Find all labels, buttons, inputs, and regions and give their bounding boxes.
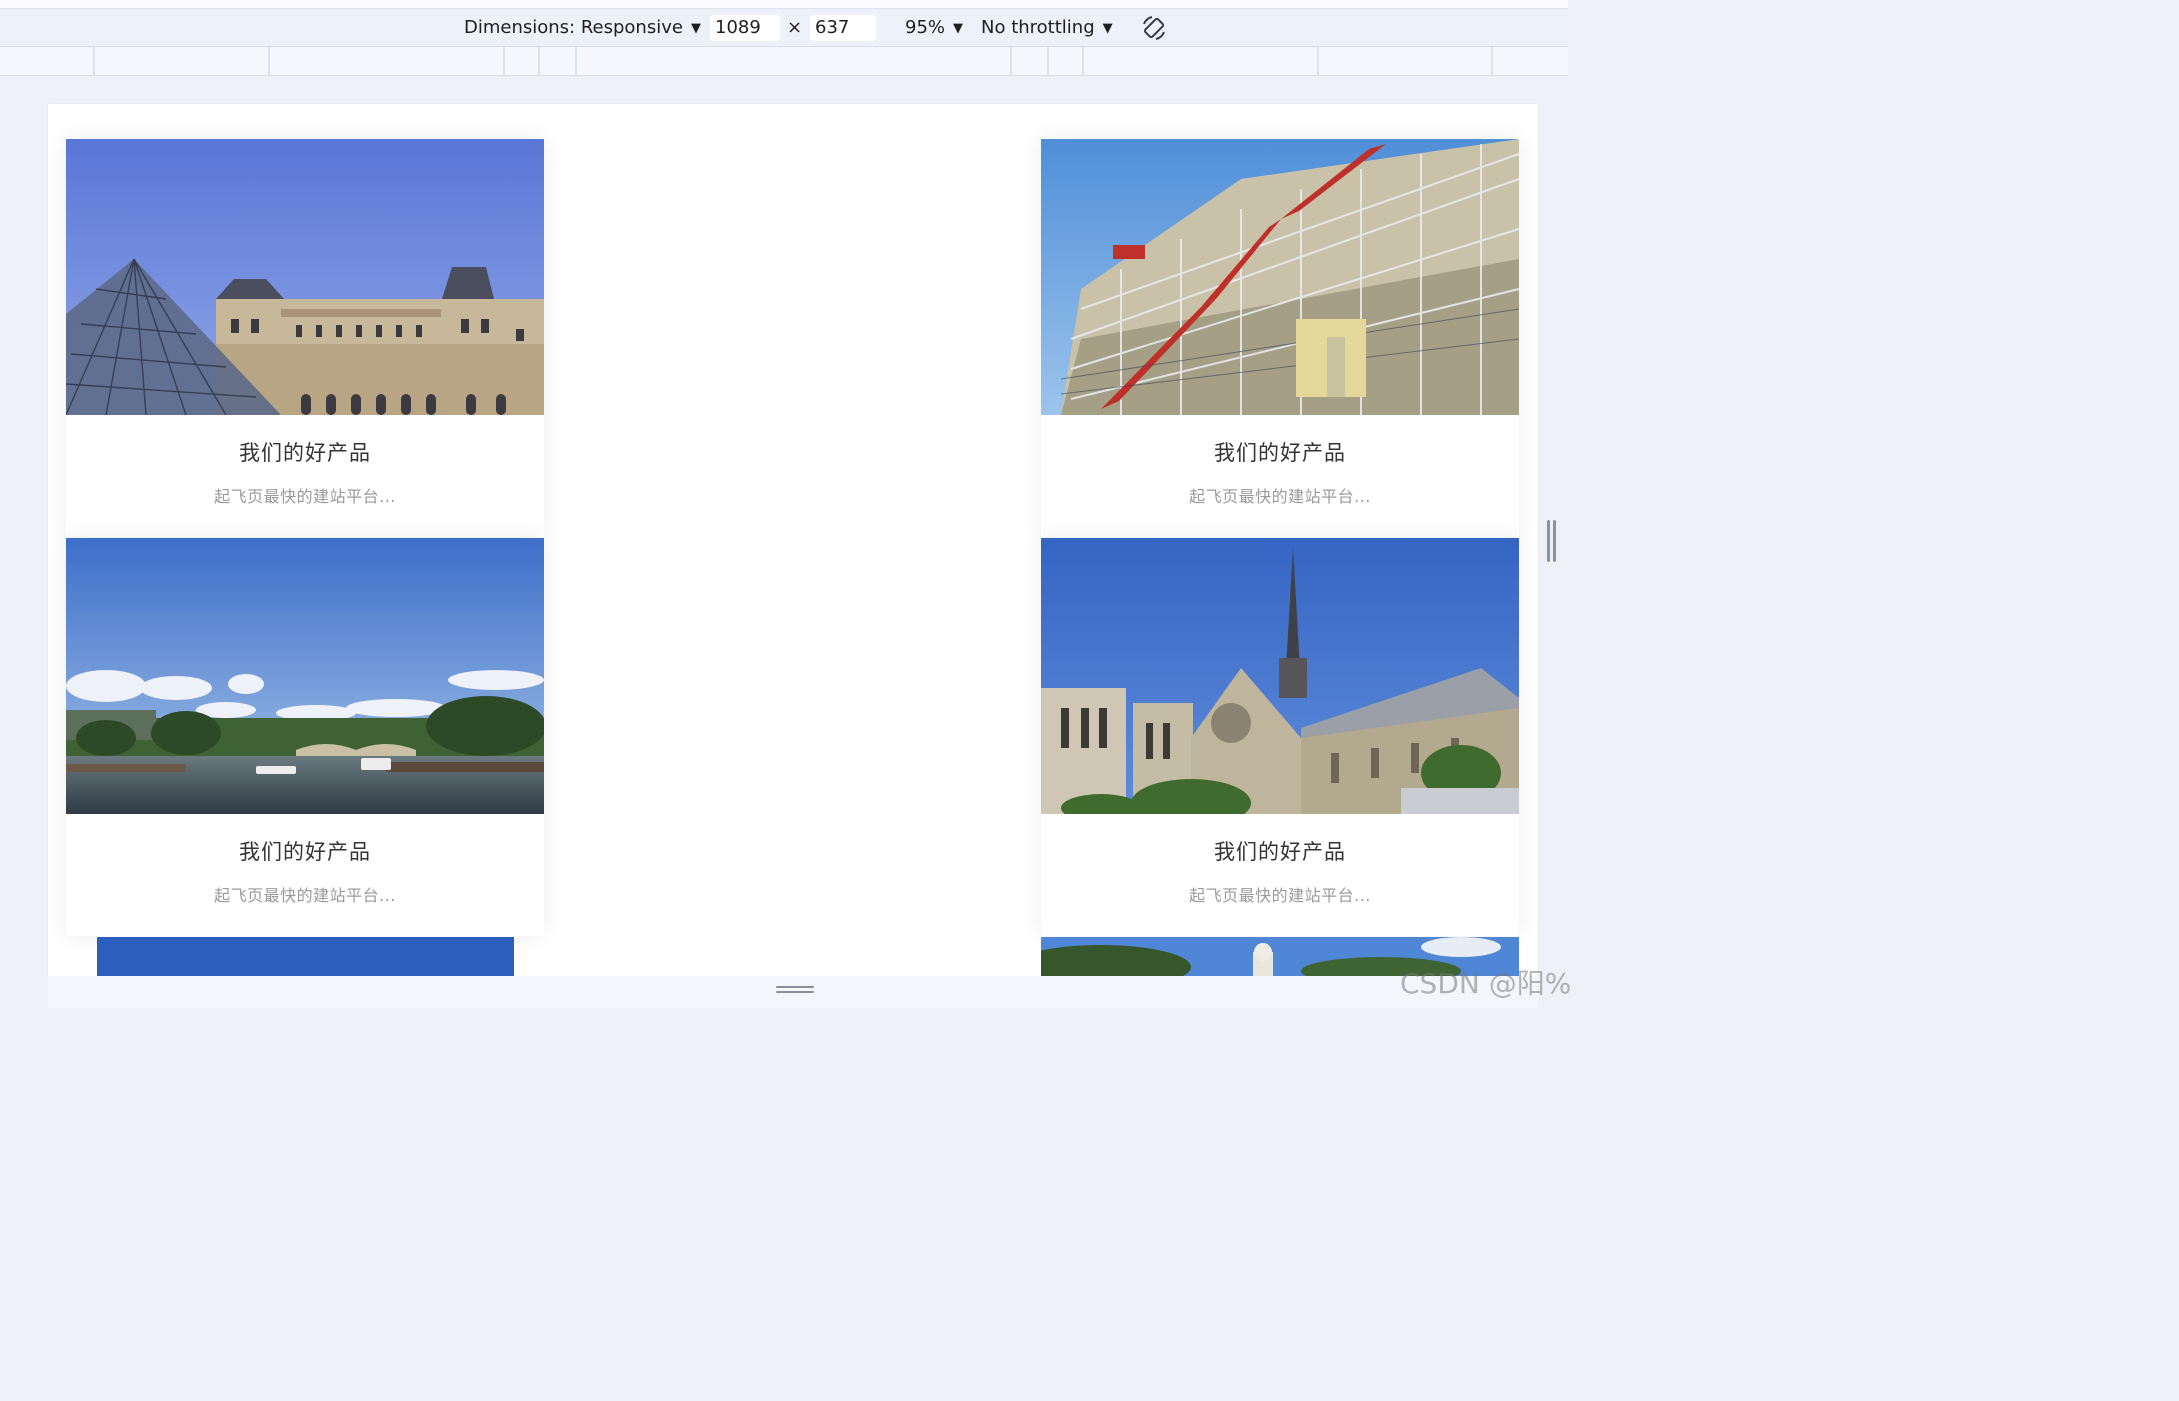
height-input[interactable]: 637 <box>810 15 876 41</box>
devtools-top-edge <box>0 0 1568 9</box>
product-card[interactable]: 我们的好产品 起飞页最快的建站平台... <box>1041 139 1519 537</box>
page-viewport: 我们的好产品 起飞页最快的建站平台... 我们的好产品 起飞页最快的建站平台..… <box>48 104 1538 976</box>
card-subtitle: 起飞页最快的建站平台... <box>1189 487 1371 506</box>
dimensions-label: Dimensions: Responsive <box>464 17 683 38</box>
card-title: 我们的好产品 <box>239 840 371 864</box>
caret-down-icon: ▼ <box>953 21 964 36</box>
card-subtitle: 起飞页最快的建站平台... <box>214 886 396 905</box>
card-title: 我们的好产品 <box>1214 441 1346 465</box>
product-card[interactable]: 我们的好产品 起飞页最快的建站平台... <box>66 139 544 537</box>
seine-river-photo <box>66 538 544 814</box>
zoom-dropdown[interactable]: 95% ▼ <box>905 9 963 46</box>
throttling-label: No throttling <box>981 17 1095 38</box>
width-value: 1089 <box>715 17 761 38</box>
rotate-icon[interactable] <box>1140 14 1168 42</box>
louvre-pyramid-photo <box>66 139 544 415</box>
device-toolbar: Dimensions: Responsive ▼ 1089 × 637 95% ▼ … <box>0 9 1568 47</box>
pompidou-center-photo <box>1041 139 1519 415</box>
notre-dame-photo <box>1041 538 1519 814</box>
product-card[interactable]: 我们的好产品 起飞页最快的建站平台... <box>66 538 544 936</box>
throttling-dropdown[interactable]: No throttling ▼ <box>981 9 1113 46</box>
resize-grip-bottom[interactable] <box>776 986 814 996</box>
card-title: 我们的好产品 <box>1214 840 1346 864</box>
card-title: 我们的好产品 <box>239 441 371 465</box>
zoom-label: 95% <box>905 17 946 38</box>
width-input[interactable]: 1089 <box>710 15 780 41</box>
times-symbol: × <box>787 17 803 38</box>
product-card[interactable]: 我们的好产品 起飞页最快的建站平台... <box>1041 538 1519 936</box>
next-card-image-partial <box>97 937 514 976</box>
card-subtitle: 起飞页最快的建站平台... <box>1189 886 1371 905</box>
caret-down-icon: ▼ <box>690 21 701 36</box>
height-value: 637 <box>815 17 850 38</box>
dimensions-dropdown[interactable]: Dimensions: Responsive ▼ <box>464 9 701 46</box>
card-subtitle: 起飞页最快的建站平台... <box>214 487 396 506</box>
watermark: CSDN @阳% <box>1400 967 1572 1000</box>
caret-down-icon: ▼ <box>1102 21 1113 36</box>
resize-handle-right[interactable] <box>1547 520 1557 562</box>
media-query-ruler <box>0 47 1568 76</box>
